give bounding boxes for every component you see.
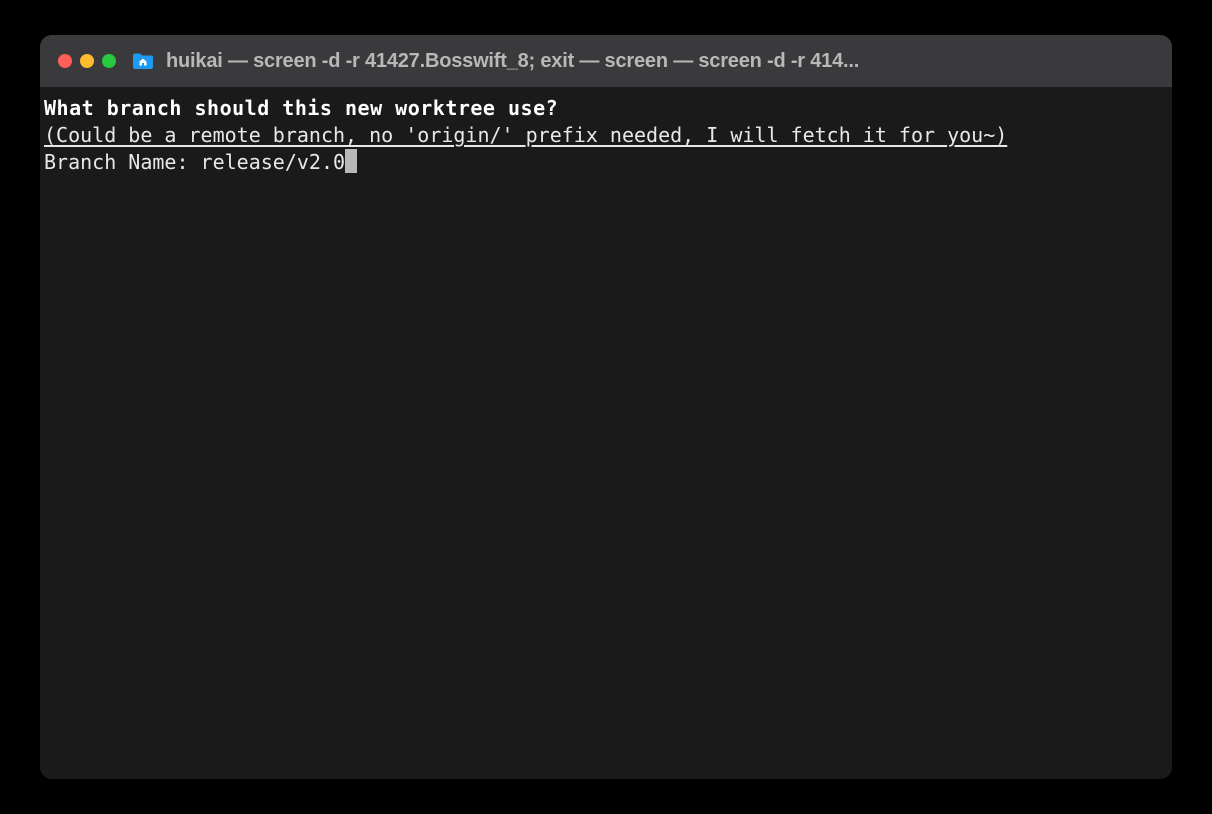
window-title: huikai — screen -d -r 41427.Bosswift_8; … — [166, 50, 859, 73]
close-button[interactable] — [58, 54, 72, 68]
folder-home-icon — [132, 52, 154, 70]
branch-input-value[interactable]: release/v2.0 — [201, 150, 346, 174]
branch-input-label: Branch Name: — [44, 150, 201, 174]
traffic-lights — [58, 54, 116, 68]
title-bar: huikai — screen -d -r 41427.Bosswift_8; … — [40, 35, 1172, 87]
prompt-hint: (Could be a remote branch, no 'origin/' … — [44, 123, 1007, 147]
terminal-body[interactable]: What branch should this new worktree use… — [40, 87, 1172, 779]
maximize-button[interactable] — [102, 54, 116, 68]
terminal-window: huikai — screen -d -r 41427.Bosswift_8; … — [40, 35, 1172, 779]
minimize-button[interactable] — [80, 54, 94, 68]
branch-prompt: Branch Name: release/v2.0 — [44, 150, 357, 174]
prompt-heading: What branch should this new worktree use… — [44, 96, 558, 120]
text-cursor — [345, 149, 357, 173]
